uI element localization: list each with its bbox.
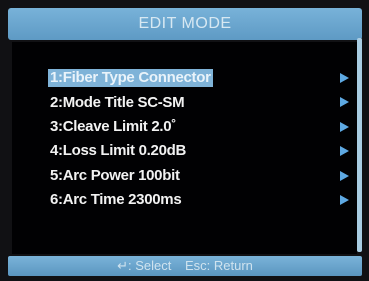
- menu-item-label: 3:Cleave Limit 2.0˚: [50, 117, 177, 135]
- right-triangle-icon: [340, 194, 349, 205]
- menu-item-label: 1:Fiber Type Connector: [48, 69, 213, 88]
- menu-panel: 1:Fiber Type Connector 2:Mode Title SC-S…: [12, 42, 357, 254]
- menu-item-label: 6:Arc Time 2300ms: [50, 191, 182, 209]
- menu-item-arc-power[interactable]: 5:Arc Power 100bit: [12, 164, 357, 188]
- select-hint: ↵: Select: [117, 258, 172, 273]
- right-triangle-icon: [340, 121, 349, 132]
- screen-title: EDIT MODE: [138, 15, 232, 32]
- menu-item-cleave-limit[interactable]: 3:Cleave Limit 2.0˚: [12, 115, 357, 139]
- key-hints: ↵: Select Esc: Return: [112, 258, 258, 274]
- right-triangle-icon: [340, 97, 349, 108]
- menu-item-arc-time[interactable]: 6:Arc Time 2300ms: [12, 188, 357, 212]
- title-bar: EDIT MODE: [8, 8, 362, 40]
- menu-item-loss-limit[interactable]: 4:Loss Limit 0.20dB: [12, 139, 357, 163]
- return-hint: Esc: Return: [184, 258, 253, 273]
- scrollbar[interactable]: [357, 38, 362, 252]
- right-triangle-icon: [340, 73, 349, 83]
- menu-item-label: 2:Mode Title SC-SM: [50, 93, 185, 111]
- right-triangle-icon: [340, 170, 349, 181]
- status-bar: ↵: Select Esc: Return: [8, 256, 362, 276]
- menu-item-label: 5:Arc Power 100bit: [50, 166, 180, 184]
- menu-item-fiber-type[interactable]: 1:Fiber Type Connector: [12, 66, 357, 90]
- menu-item-mode-title[interactable]: 2:Mode Title SC-SM: [12, 90, 357, 114]
- right-triangle-icon: [340, 146, 349, 157]
- menu-item-label: 4:Loss Limit 0.20dB: [50, 142, 187, 160]
- edit-mode-screen: EDIT MODE 1:Fiber Type Connector 2:Mode …: [0, 0, 369, 281]
- menu-list: 1:Fiber Type Connector 2:Mode Title SC-S…: [12, 66, 357, 212]
